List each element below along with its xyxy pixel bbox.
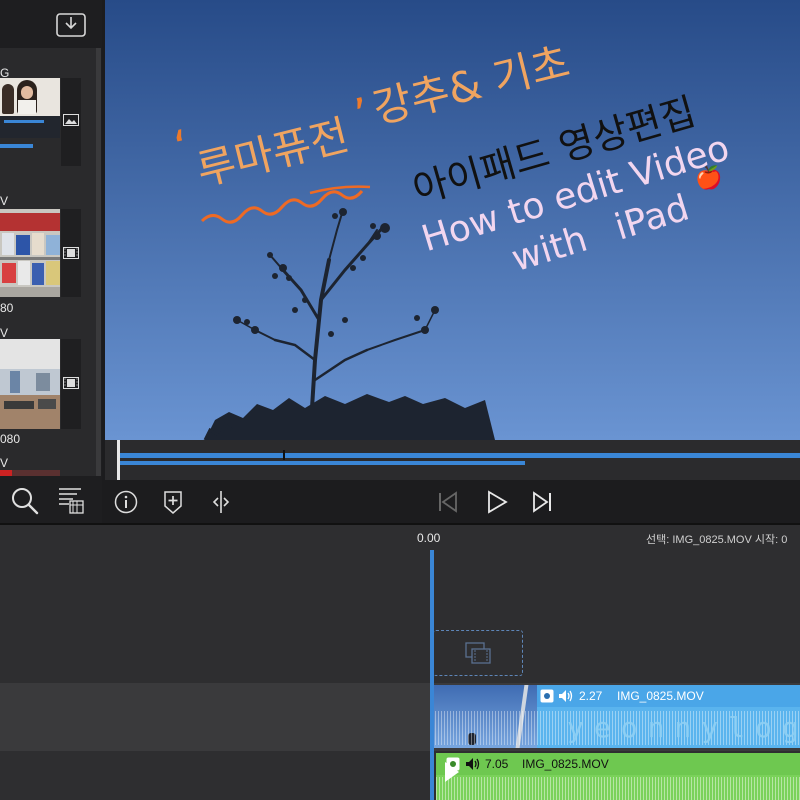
add-marker-icon bbox=[164, 491, 182, 514]
export-button[interactable] bbox=[54, 11, 88, 39]
clip-watermark: yeonnylog bbox=[567, 711, 800, 744]
clip-placeholder-icon bbox=[465, 642, 491, 664]
info-button[interactable] bbox=[114, 490, 138, 514]
playhead-handle[interactable] bbox=[444, 761, 460, 783]
media-thumbnail[interactable] bbox=[0, 470, 60, 476]
skip-back-button[interactable] bbox=[436, 490, 460, 514]
clip-drop-placeholder[interactable] bbox=[433, 630, 523, 676]
media-item-name: V bbox=[0, 326, 9, 340]
clip-duration: 7.05 bbox=[485, 757, 509, 771]
media-type-cell bbox=[61, 78, 81, 166]
clip-duration: 2.27 bbox=[579, 689, 603, 703]
library-sort-button[interactable] bbox=[57, 485, 85, 515]
skip-back-icon bbox=[439, 491, 457, 513]
media-item-resolution: 80 bbox=[0, 301, 14, 315]
scrubber-marker bbox=[283, 450, 285, 460]
scrubber-track bbox=[120, 453, 800, 458]
media-item-resolution: 080 bbox=[0, 432, 21, 446]
wavy-underline bbox=[200, 185, 371, 224]
preview-viewer[interactable]: ‘ 루마퓨전 ’ 강추& 기초 아이패드 영상편집 How to edit Vi… bbox=[105, 0, 800, 440]
apple-emoji: 🍎 bbox=[695, 166, 723, 191]
media-type-cell bbox=[61, 209, 81, 297]
add-marker-button[interactable] bbox=[163, 490, 183, 516]
scrubber-track-secondary bbox=[120, 461, 525, 465]
split-icon bbox=[212, 491, 230, 513]
media-thumbnail[interactable] bbox=[0, 339, 60, 429]
viewer-controls bbox=[105, 480, 800, 525]
play-icon bbox=[488, 490, 508, 514]
info-icon bbox=[114, 490, 138, 514]
media-type-cell bbox=[61, 339, 81, 429]
video-type-icon bbox=[63, 247, 79, 259]
timeline[interactable]: 0.00 선택: IMG_0825.MOV 시작: 0 2.27 IMG_082… bbox=[0, 525, 800, 800]
viewer-scrubber[interactable] bbox=[105, 440, 800, 480]
clip-filename: IMG_0825.MOV bbox=[522, 757, 609, 771]
search-button[interactable] bbox=[10, 486, 40, 516]
media-item-name: V bbox=[0, 456, 9, 470]
play-button[interactable] bbox=[485, 490, 509, 514]
skip-forward-icon bbox=[533, 491, 551, 513]
timeline-clip-green[interactable]: 7.05 IMG_0825.MOV bbox=[436, 753, 800, 800]
media-progress bbox=[0, 144, 33, 148]
timeline-clip-blue[interactable]: 2.27 IMG_0825.MOV yeonnylog bbox=[432, 685, 800, 748]
skip-forward-button[interactable] bbox=[530, 490, 554, 514]
camera-icon bbox=[540, 689, 554, 703]
clip-waveform bbox=[436, 777, 800, 800]
media-thumbnail[interactable] bbox=[0, 78, 60, 138]
speaker-icon bbox=[559, 690, 573, 702]
media-list[interactable]: G V 80 V 080 V bbox=[0, 48, 96, 476]
selection-info: 선택: IMG_0825.MOV 시작: 0 bbox=[646, 534, 788, 546]
media-thumbnail[interactable] bbox=[0, 209, 60, 297]
scrubber-playhead[interactable] bbox=[117, 440, 120, 480]
media-item-name: V bbox=[0, 194, 9, 208]
export-icon bbox=[56, 13, 86, 37]
media-list-scrollbar[interactable] bbox=[96, 48, 101, 476]
track-empty-top[interactable] bbox=[0, 550, 800, 683]
video-type-icon bbox=[63, 377, 79, 389]
library-sort-icon bbox=[59, 488, 84, 514]
image-type-icon bbox=[63, 114, 79, 126]
speaker-icon bbox=[466, 758, 480, 770]
clip-filename: IMG_0825.MOV bbox=[617, 689, 704, 703]
timeline-playhead[interactable] bbox=[430, 550, 434, 800]
split-button[interactable] bbox=[209, 490, 233, 514]
search-icon bbox=[12, 488, 39, 515]
playhead-timecode: 0.00 bbox=[417, 531, 441, 545]
